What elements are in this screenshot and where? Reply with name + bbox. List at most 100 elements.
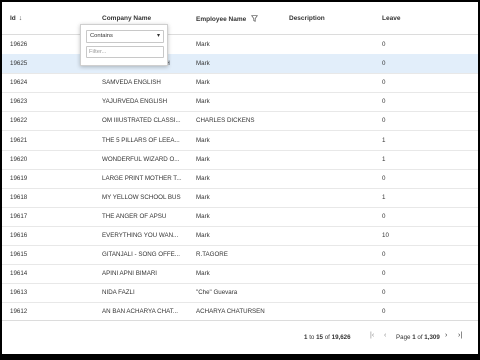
cell-leave: 0 <box>382 174 386 182</box>
cell-employee: Mark <box>196 193 210 201</box>
table-row[interactable]: 19619 LARGE PRINT MOTHER T... Mark 0 <box>2 169 478 189</box>
cell-company: APINI APNI BIMARI <box>102 270 158 278</box>
cell-leave: 0 <box>382 251 386 259</box>
cell-employee: Mark <box>196 212 210 220</box>
filter-popup: Contains ▾ <box>80 24 168 66</box>
cell-company: YAJURVEDA ENGLISH <box>102 98 168 106</box>
cell-employee: "Che" Guevara <box>196 289 238 297</box>
cell-leave: 0 <box>382 117 386 125</box>
cell-leave: 0 <box>382 41 386 48</box>
cell-id: 19620 <box>10 155 28 163</box>
cell-company: WONDERFUL WIZARD O... <box>102 155 180 163</box>
cell-leave: 10 <box>382 232 389 239</box>
cell-leave: 1 <box>382 155 386 163</box>
cell-employee: Mark <box>196 98 210 106</box>
cell-company: THE 5 PILLARS OF LEEA... <box>102 136 180 144</box>
row-range-to: 15 <box>316 334 323 341</box>
column-header-employee[interactable]: Employee Name <box>196 15 259 23</box>
cell-employee: Mark <box>196 232 210 239</box>
cell-employee: Mark <box>196 79 210 87</box>
cell-employee: Mark <box>196 270 210 278</box>
column-header-description-label: Description <box>289 15 325 22</box>
cell-leave: 0 <box>382 98 386 106</box>
cell-leave: 0 <box>382 270 386 278</box>
cell-employee: Mark <box>196 136 210 144</box>
cell-company: AN BAN ACHARYA CHAT... <box>102 308 178 316</box>
cell-employee: CHARLES DICKENS <box>196 117 255 125</box>
grid-header: Id ↓ Company Name Employee Name Descripti… <box>2 2 478 35</box>
table-row[interactable]: 19618 MY YELLOW SCHOOL BUS Mark 1 <box>2 188 478 208</box>
column-header-leave-label: Leave <box>382 15 401 22</box>
cell-company: NIDA FAZLI <box>102 289 135 297</box>
filter-text-input[interactable] <box>86 46 164 58</box>
next-page-icon[interactable]: › <box>445 332 447 339</box>
column-header-leave[interactable]: Leave <box>382 15 400 22</box>
cell-id: 19617 <box>10 212 28 220</box>
cell-leave: 1 <box>382 193 386 201</box>
cell-company: EVERYTHING YOU WAN... <box>102 232 179 239</box>
filter-operator-select[interactable]: Contains ▾ <box>86 30 164 43</box>
cell-id: 19626 <box>10 41 28 48</box>
row-range-total: 19,626 <box>331 334 351 341</box>
cell-leave: 0 <box>382 308 386 316</box>
page-label: Page <box>396 334 411 341</box>
first-page-icon[interactable]: |‹ <box>370 332 374 339</box>
last-page-icon[interactable]: ›| <box>458 332 462 339</box>
cell-id: 19623 <box>10 98 28 106</box>
cell-id: 19616 <box>10 232 28 239</box>
filter-operator-value: Contains <box>90 33 113 39</box>
cell-id: 19625 <box>10 60 28 68</box>
table-row[interactable]: 19622 OM IIIUSTRATED CLASSI... CHARLES DIC… <box>2 111 478 132</box>
cell-company: SAMVEDA ENGLISH <box>102 79 161 87</box>
table-row[interactable]: 19614 APINI APNI BIMARI Mark 0 <box>2 264 478 285</box>
table-row[interactable]: 19620 WONDERFUL WIZARD O... Mark 1 <box>2 150 478 170</box>
table-row[interactable]: 19617 THE ANGER OF APSU Mark 0 <box>2 207 478 227</box>
row-range-of-label: of <box>324 334 330 341</box>
previous-page-icon[interactable]: ‹ <box>384 332 386 339</box>
cell-company: OM IIIUSTRATED CLASSI... <box>102 117 181 125</box>
table-row[interactable]: 19623 YAJURVEDA ENGLISH Mark 0 <box>2 92 478 113</box>
table-row[interactable]: 19621 THE 5 PILLARS OF LEEA... Mark 1 <box>2 131 478 151</box>
column-header-company-label: Company Name <box>102 15 152 22</box>
cell-employee: Mark <box>196 41 210 48</box>
cell-id: 19612 <box>10 308 28 316</box>
cell-employee: ACHARYA CHATURSEN <box>196 308 265 316</box>
cell-leave: 0 <box>382 79 386 87</box>
cell-id: 19618 <box>10 193 28 201</box>
cell-leave: 0 <box>382 289 386 297</box>
cell-company: THE ANGER OF APSU <box>102 212 167 220</box>
page-total: 1,309 <box>424 334 440 341</box>
pagination-bar: 1 to 15 of 19,626 |‹ ‹ Page 1 of 1,309 ›… <box>2 320 478 354</box>
column-header-description[interactable]: Description <box>289 15 325 22</box>
cell-id: 19622 <box>10 117 28 125</box>
table-row[interactable]: 19625ARYAN VEDA ENGLISHMark0 <box>2 54 478 75</box>
table-row[interactable]: 19626 Mark 0 <box>2 35 478 55</box>
row-range-from: 1 <box>304 334 308 341</box>
cell-id: 19615 <box>10 251 28 259</box>
cell-id: 19619 <box>10 174 28 182</box>
table-row[interactable]: 19613 NIDA FAZLI "Che" Guevara 0 <box>2 283 478 304</box>
cell-employee: Mark <box>196 174 210 182</box>
data-grid: Id ↓ Company Name Employee Name Descripti… <box>2 2 478 354</box>
table-row[interactable]: 19615 GITANJALI - SONG OFFE... R.TAGORE 0 <box>2 245 478 266</box>
cell-id: 19624 <box>10 79 28 87</box>
current-page: 1 <box>412 334 416 341</box>
row-range-to-label: to <box>309 334 315 341</box>
cell-employee: R.TAGORE <box>196 251 228 259</box>
table-row[interactable]: 19616 EVERYTHING YOU WAN... Mark 10 <box>2 226 478 246</box>
column-header-id[interactable]: Id ↓ <box>10 15 22 22</box>
cell-company: LARGE PRINT MOTHER T... <box>102 174 182 182</box>
table-row[interactable]: 19624 SAMVEDA ENGLISH Mark 0 <box>2 73 478 94</box>
column-header-company[interactable]: Company Name <box>102 15 151 22</box>
column-header-employee-label: Employee Name <box>196 16 247 23</box>
cell-id: 19621 <box>10 136 28 144</box>
dropdown-caret-icon: ▾ <box>156 33 160 39</box>
cell-employee: Mark <box>196 155 210 163</box>
cell-id: 19613 <box>10 289 28 297</box>
filter-icon[interactable] <box>249 15 259 23</box>
sort-descending-icon[interactable]: ↓ <box>19 15 23 22</box>
cell-company: GITANJALI - SONG OFFE... <box>102 251 180 259</box>
cell-leave: 1 <box>382 136 386 144</box>
row-range-summary: 1 to 15 of 19,626 <box>304 334 351 341</box>
cell-employee: Mark <box>196 60 210 68</box>
